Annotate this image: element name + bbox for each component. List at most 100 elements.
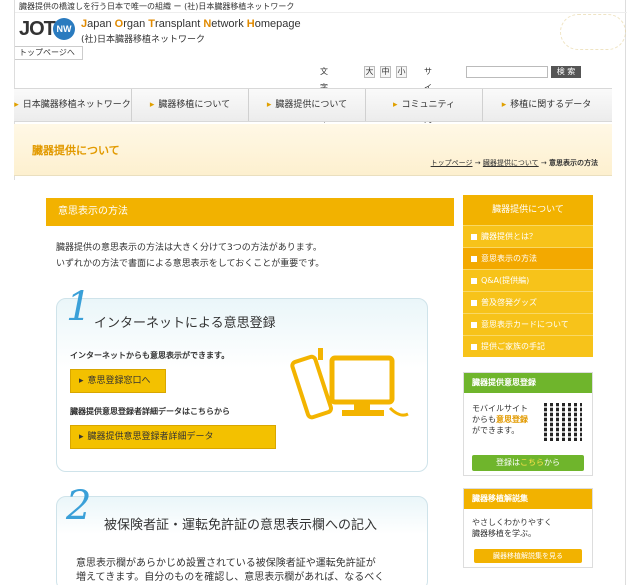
sidebar-item-donor-card[interactable]: 意思表示カードについて xyxy=(463,313,593,335)
page-title: 臓器提供について xyxy=(32,144,120,157)
method-2-text: 意思表示欄があらかじめ設置されている被保険者証や運転免許証が 増えてきます。自分… xyxy=(76,557,384,585)
brand-rest: etwork xyxy=(211,18,247,30)
sidebar-item-label: 意思表示カードについて xyxy=(481,320,569,329)
breadcrumb-donation[interactable]: 臓器提供について xyxy=(483,159,539,167)
arrow-icon: ▸ xyxy=(79,432,84,442)
method-2-line: 意思表示欄があらかじめ設置されている被保険者証や運転免許証が xyxy=(76,558,376,569)
method-2-line: 増えてきます。自分のものを確認し、意思表示欄があれば、なるべく xyxy=(76,572,385,583)
transplant-guide-button[interactable]: 臓器移植解説集を見る xyxy=(474,549,582,563)
transplant-guide-heading: 臓器移植解説集 xyxy=(464,489,592,509)
registrant-data-button[interactable]: ▸ 臓器提供意思登録者詳細データ xyxy=(70,425,276,449)
mobile-highlight: 意思登録 xyxy=(496,415,528,424)
section-title: 意思表示の方法 xyxy=(46,198,454,226)
sidebar-item-label: 臓器提供とは？ xyxy=(481,232,537,241)
mobile-line: モバイルサイト xyxy=(472,404,528,413)
intro-text: 臓器提供の意思表示の方法は大きく分けて3つの方法があります。 いずれかの方法で書… xyxy=(56,240,324,272)
font-size-large-button[interactable]: 大 xyxy=(364,66,375,78)
sidebar-item-label: 提供ご家族の手記 xyxy=(481,342,545,351)
transplant-guide-box: 臓器移植解説集 やさしくわかりやすく 臓器移植を学ぶ。 臓器移植解説集を見る xyxy=(463,488,593,568)
intro-line: 臓器提供の意思表示の方法は大きく分けて3つの方法があります。 xyxy=(56,243,322,253)
nav-item-about-jot[interactable]: ▸日本臓器移植ネットワークとは xyxy=(14,89,132,142)
nav-label: 臓器移植について xyxy=(158,100,231,110)
org-name: (社)日本臓器移植ネットワーク xyxy=(81,35,206,45)
brand-cap: H xyxy=(246,18,255,30)
logo[interactable]: JOT NW xyxy=(19,16,77,46)
page-title-band: 臓器提供について トップページ → 臓器提供について → 意思表示の方法 xyxy=(14,124,612,176)
square-bullet-icon xyxy=(471,343,477,350)
arrow-icon: ▸ xyxy=(266,100,272,110)
brand-rest: ransplant xyxy=(155,18,204,30)
top-page-link[interactable]: トップページへ xyxy=(15,46,83,60)
arrow-icon: ▸ xyxy=(14,100,19,110)
intro-line: いずれかの方法で書面による意思表示をしておくことが重要です。 xyxy=(56,259,325,269)
mobile-register-text: モバイルサイト からも意思登録 ができます。 xyxy=(472,403,528,436)
method-1-subtitle: インターネットからも意思表示ができます。 xyxy=(70,351,230,360)
nav-item-community[interactable]: ▸ コミュニティ xyxy=(366,89,483,121)
method-1-number: 1 xyxy=(66,284,92,330)
button-highlight: こちら xyxy=(520,458,544,467)
brand-rest: omepage xyxy=(254,18,301,30)
font-size-small-button[interactable]: 小 xyxy=(396,66,407,78)
sidebar-item-about-donation[interactable]: 臓器提供とは？ xyxy=(463,225,593,247)
sidebar-menu: 臓器提供とは？ 意思表示の方法 Q&A(提供編) 普及啓発グッズ 意思表示カード… xyxy=(463,225,593,357)
brand-name: Japan Organ Transplant Network Homepage xyxy=(81,18,301,30)
mobile-register-heading: 臓器提供意思登録 xyxy=(464,373,592,393)
square-bullet-icon xyxy=(471,277,477,284)
nav-item-data[interactable]: ▸ 移植に関するデータ xyxy=(483,89,610,121)
register-window-button[interactable]: ▸ 意思登録窓口へ xyxy=(70,369,166,393)
method-1-title: インターネットによる意思登録 xyxy=(94,316,276,331)
logo-text: JOT xyxy=(19,18,56,40)
sidebar-item-label: 普及啓発グッズ xyxy=(481,298,537,307)
brand-rest: rgan xyxy=(123,18,149,30)
breadcrumb-arrow-icon: → xyxy=(474,159,481,167)
top-page-link-label: トップページへ xyxy=(19,48,75,57)
button-label: 臓器提供意思登録者詳細データ xyxy=(87,432,214,442)
nav-label: コミュニティ xyxy=(401,100,455,110)
qr-code-icon xyxy=(544,403,582,441)
breadcrumb-arrow-icon: → xyxy=(540,159,547,167)
sidebar-item-family-notes[interactable]: 提供ご家族の手記 xyxy=(463,335,593,357)
transplant-guide-text: やさしくわかりやすく 臓器移植を学ぶ。 xyxy=(472,517,552,539)
search-input[interactable] xyxy=(466,66,548,78)
header-decoration xyxy=(560,14,626,50)
font-size-medium-button[interactable]: 中 xyxy=(380,66,391,78)
mobile-line: ができます。 xyxy=(472,426,520,435)
button-label: から xyxy=(544,458,560,467)
method-1-subtitle-2: 臓器提供意思登録者詳細データはこちらから xyxy=(70,407,230,416)
sidebar-item-methods[interactable]: 意思表示の方法 xyxy=(463,247,593,269)
tagline: 臓器提供の橋渡しを行う日本で唯一の組織 ー (社)日本臓器移植ネットワーク xyxy=(15,0,627,13)
square-bullet-icon xyxy=(471,255,477,262)
method-2-number: 2 xyxy=(66,483,92,529)
square-bullet-icon xyxy=(471,321,477,328)
method-2-title: 被保険者証・運転免許証の意思表示欄への記入 xyxy=(104,518,378,533)
sidebar-item-goods[interactable]: 普及啓発グッズ xyxy=(463,291,593,313)
nav-label: 移植に関するデータ xyxy=(510,100,592,110)
button-label: 登録は xyxy=(496,458,520,467)
arrow-icon: ▸ xyxy=(79,376,84,386)
breadcrumb-current: 意思表示の方法 xyxy=(549,159,598,167)
sidebar: 臓器提供について 臓器提供とは？ 意思表示の方法 Q&A(提供編) 普及啓発グッ… xyxy=(463,195,593,357)
square-bullet-icon xyxy=(471,299,477,306)
sidebar-item-label: Q&A(提供編) xyxy=(481,276,530,285)
mobile-register-button[interactable]: 登録はこちらから xyxy=(472,455,584,471)
nav-label: 臓器提供について xyxy=(275,100,348,110)
phone-computer-illustration xyxy=(290,348,409,420)
guide-line: やさしくわかりやすく xyxy=(472,518,552,527)
search-button[interactable]: 検 索 xyxy=(551,66,581,78)
breadcrumb: トップページ → 臓器提供について → 意思表示の方法 xyxy=(431,158,598,168)
global-nav: ▸日本臓器移植ネットワークとは ▸臓器移植について ▸臓器提供について ▸コミュ… xyxy=(14,88,612,142)
nav-item-transplant[interactable]: ▸ 臓器移植について xyxy=(132,89,249,121)
mobile-line: からも xyxy=(472,415,496,424)
sidebar-heading: 臓器提供について xyxy=(463,195,593,225)
sidebar-item-qa[interactable]: Q&A(提供編) xyxy=(463,269,593,291)
brand-cap: O xyxy=(114,18,124,30)
arrow-icon: ▸ xyxy=(501,100,507,110)
breadcrumb-top[interactable]: トップページ xyxy=(431,159,473,167)
mobile-register-box: 臓器提供意思登録 モバイルサイト からも意思登録 ができます。 登録はこちらから xyxy=(463,372,593,476)
button-label: 意思登録窓口へ xyxy=(87,376,151,386)
square-bullet-icon xyxy=(471,233,477,240)
guide-line: 臓器移植を学ぶ。 xyxy=(472,529,536,538)
nav-item-donation[interactable]: ▸ 臓器提供について xyxy=(249,89,366,121)
logo-badge: NW xyxy=(53,18,75,40)
brand-rest: apan xyxy=(87,18,115,30)
